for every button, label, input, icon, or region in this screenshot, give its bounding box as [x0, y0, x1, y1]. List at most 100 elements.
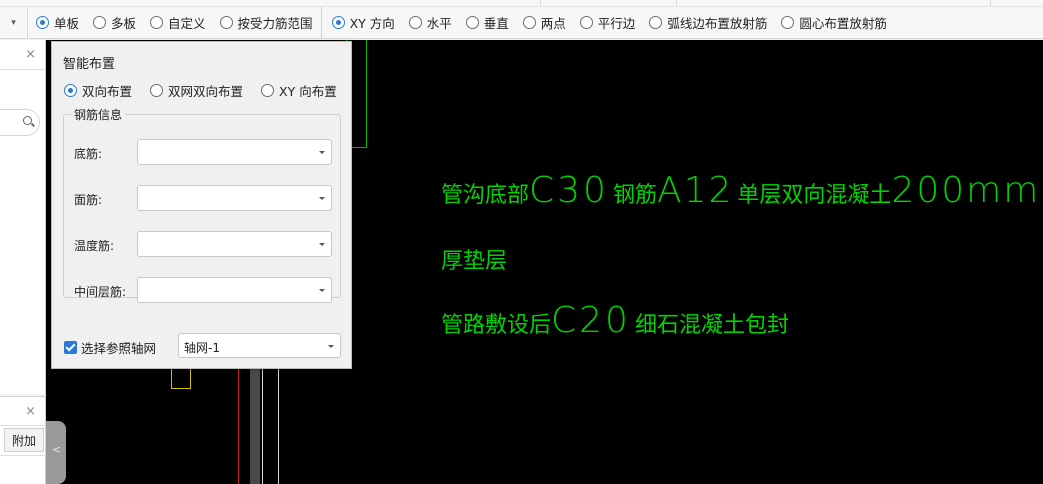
search-input[interactable] — [0, 109, 40, 136]
close-icon[interactable]: × — [25, 404, 36, 419]
top-rebar-select[interactable] — [137, 185, 332, 211]
cad-text-part: C30 — [529, 170, 609, 211]
ribbon-separator — [540, 0, 541, 6]
ref-axis-checkbox-row[interactable]: 选择参照轴网 — [64, 338, 156, 357]
options-toolbar: ▾ 单板 多板 自定义 按受力筋范围 XY 方向 水平 垂直 两点 平行边 弧线… — [0, 6, 1043, 39]
layout-mode-radio-group: 双向布置 双网双向布置 XY 向布置 — [64, 81, 355, 100]
radio-button[interactable] — [219, 16, 233, 29]
radio-xy-direction[interactable]: XY 方向 — [331, 13, 395, 32]
radio-arc-edge-radial[interactable]: 弧线边布置放射筋 — [649, 13, 767, 32]
chevron-down-icon — [319, 289, 325, 292]
bottom-rebar-label: 底筋: — [74, 147, 103, 161]
chevron-down-icon — [319, 197, 325, 200]
axis-grid-value: 轴网-1 — [184, 341, 220, 355]
divider — [0, 455, 46, 456]
radio-label: 双网双向布置 — [168, 84, 244, 99]
radio-label: 单板 — [54, 16, 80, 31]
group-title: 钢筋信息 — [71, 106, 126, 123]
cad-text-part: 单层双向混凝土 — [737, 183, 892, 208]
chevron-down-icon — [319, 151, 325, 154]
radio-label: 平行边 — [597, 16, 636, 31]
cad-white-line — [278, 366, 279, 484]
smart-layout-dialog: 智能布置 双向布置 双网双向布置 XY 向布置 钢筋信息 底筋: 面筋: 温度筋… — [51, 41, 352, 369]
radio-two-points[interactable]: 两点 — [522, 13, 566, 32]
cad-text-part: 细石混凝土包封 — [634, 313, 789, 338]
radio-label: 水平 — [426, 16, 452, 31]
toolbar-separator — [320, 6, 322, 39]
radio-button[interactable] — [150, 84, 164, 97]
cad-red-line — [238, 366, 239, 484]
panel-header: × — [0, 40, 45, 70]
radio-parallel-edge[interactable]: 平行边 — [579, 13, 636, 32]
left-dock-panel-lower: × 附加 — [0, 396, 46, 484]
middle-layer-rebar-label: 中间层筋: — [74, 285, 127, 299]
cad-text-part: A12 — [656, 170, 734, 211]
radio-button[interactable] — [36, 16, 49, 29]
cad-annotation-line1: 管沟底部C30 钢筋A12 单层双向混凝土200mm — [441, 170, 1040, 211]
append-button[interactable]: 附加 — [4, 428, 44, 452]
radio-label: 垂直 — [483, 16, 509, 31]
cad-yellow-element — [171, 367, 191, 389]
radio-label: XY 向布置 — [279, 84, 337, 99]
radio-button[interactable] — [579, 16, 593, 29]
top-rebar-label: 面筋: — [74, 193, 103, 207]
radio-label: 双向布置 — [82, 84, 133, 99]
cad-white-line — [262, 366, 263, 484]
chevron-down-icon — [328, 345, 334, 348]
radio-single-slab[interactable]: 单板 — [36, 13, 79, 32]
radio-label: 两点 — [540, 16, 566, 31]
cad-annotation-line3: 管路敷设后C20 细石混凝土包封 — [441, 300, 789, 341]
radio-label: 弧线边布置放射筋 — [667, 16, 768, 31]
radio-button[interactable] — [408, 16, 422, 29]
axis-grid-select[interactable]: 轴网-1 — [178, 333, 341, 358]
radio-vertical[interactable]: 垂直 — [465, 13, 509, 32]
cad-text-part: 管路敷设后 — [441, 313, 552, 338]
radio-button[interactable] — [649, 16, 663, 29]
radio-horizontal[interactable]: 水平 — [408, 13, 452, 32]
radio-two-way[interactable]: 双向布置 — [64, 81, 132, 100]
checkbox-label: 选择参照轴网 — [81, 341, 157, 356]
bottom-rebar-select[interactable] — [137, 139, 332, 165]
radio-button[interactable] — [522, 16, 536, 29]
radio-by-rebar-range[interactable]: 按受力筋范围 — [219, 13, 313, 32]
radio-double-net-two-way[interactable]: 双网双向布置 — [150, 81, 243, 100]
chevron-down-icon — [319, 243, 325, 246]
temperature-rebar-label: 温度筋: — [74, 239, 115, 253]
cad-text-part: 200mm — [891, 170, 1041, 211]
chevron-left-icon: < — [52, 443, 62, 456]
radio-button[interactable] — [465, 16, 479, 29]
ribbon-remnant — [0, 0, 1043, 7]
ribbon-separator — [676, 0, 677, 6]
radio-button[interactable] — [150, 16, 164, 29]
radio-button[interactable] — [261, 84, 275, 97]
temperature-rebar-select[interactable] — [137, 231, 332, 257]
divider — [0, 425, 46, 426]
radio-label: 多板 — [111, 16, 137, 31]
radio-center-radial[interactable]: 圆心布置放射筋 — [781, 13, 887, 32]
radio-button[interactable] — [331, 16, 345, 29]
radio-label: 圆心布置放射筋 — [799, 16, 887, 31]
radio-button[interactable] — [781, 16, 795, 29]
app-window: ▾ 单板 多板 自定义 按受力筋范围 XY 方向 水平 垂直 两点 平行边 弧线… — [0, 0, 1043, 484]
ribbon-separator — [990, 0, 991, 6]
radio-button[interactable] — [93, 16, 107, 29]
radio-button[interactable] — [64, 84, 77, 97]
cad-text-part: 钢筋 — [612, 183, 657, 208]
cad-text-part: C20 — [551, 300, 631, 341]
radio-label: 按受力筋范围 — [237, 16, 313, 31]
radio-xy-layout[interactable]: XY 向布置 — [261, 81, 337, 100]
middle-layer-rebar-select[interactable] — [137, 277, 332, 303]
left-dock-panel: × — [0, 40, 46, 394]
collapse-panel-tab[interactable]: < — [46, 421, 66, 484]
toolbar-dropdown-caret[interactable]: ▾ — [0, 6, 28, 39]
cad-text-part: 管沟底部 — [441, 183, 530, 208]
radio-label: XY 方向 — [349, 16, 395, 31]
search-icon[interactable] — [23, 116, 32, 125]
cad-wall-strip — [250, 366, 260, 484]
rebar-info-group: 钢筋信息 底筋: 面筋: 温度筋: 中间层筋: — [63, 106, 341, 303]
ref-axis-checkbox[interactable] — [64, 341, 77, 354]
close-icon[interactable]: × — [25, 47, 36, 62]
cad-annotation-line2: 厚垫层 — [441, 249, 508, 274]
radio-custom[interactable]: 自定义 — [150, 13, 206, 32]
radio-multi-slab[interactable]: 多板 — [93, 13, 136, 32]
